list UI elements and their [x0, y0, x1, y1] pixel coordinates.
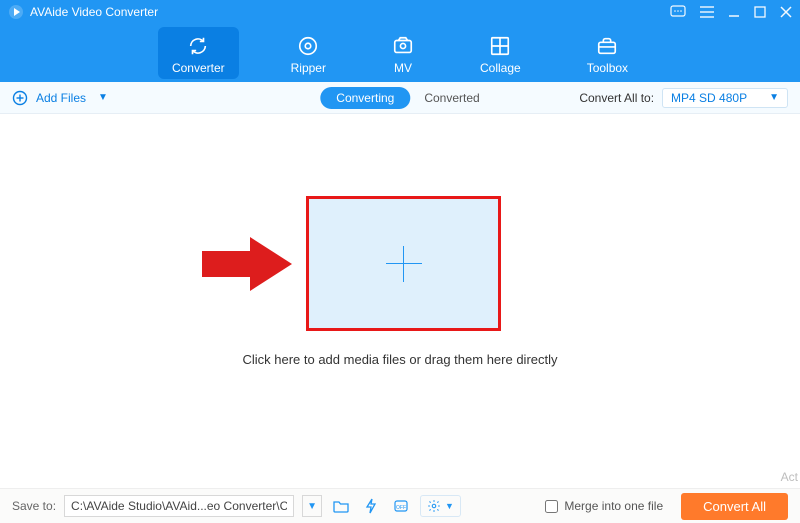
mv-icon	[392, 35, 414, 57]
conversion-tabs: Converting Converted	[320, 87, 479, 109]
save-path-dropdown[interactable]: ▼	[302, 495, 322, 517]
menu-icon[interactable]	[700, 6, 714, 18]
maximize-icon[interactable]	[754, 6, 766, 18]
convert-all-to-label: Convert All to:	[579, 91, 654, 105]
high-speed-icon[interactable]: OFF	[390, 495, 412, 517]
add-files-label: Add Files	[36, 91, 86, 105]
footer-bar: Save to: ▼ OFF ▼ Merge into one file Con…	[0, 488, 800, 523]
nav-toolbox[interactable]: Toolbox	[573, 27, 642, 79]
merge-checkbox[interactable]: Merge into one file	[545, 499, 663, 513]
dropzone-hint: Click here to add media files or drag th…	[0, 352, 800, 367]
toolbox-icon	[596, 35, 618, 57]
app-header: AVAide Video Converter Converter Ripper …	[0, 0, 800, 82]
main-nav: Converter Ripper MV Collage Toolbox	[0, 24, 800, 82]
chevron-down-icon: ▼	[445, 501, 454, 511]
output-format-value: MP4 SD 480P	[671, 91, 747, 105]
convert-all-button[interactable]: Convert All	[681, 493, 788, 520]
add-media-dropzone[interactable]	[306, 196, 501, 331]
nav-label: Ripper	[291, 61, 326, 75]
open-folder-icon[interactable]	[330, 495, 352, 517]
nav-label: Converter	[172, 61, 225, 75]
title-bar: AVAide Video Converter	[0, 0, 800, 24]
nav-label: Toolbox	[587, 61, 628, 75]
chevron-down-icon: ▼	[98, 92, 108, 103]
app-logo-icon	[8, 4, 24, 20]
minimize-icon[interactable]	[728, 6, 740, 18]
save-to-label: Save to:	[12, 499, 56, 513]
add-files-button[interactable]: Add Files ▼	[12, 90, 108, 106]
annotation-arrow-icon	[202, 237, 292, 291]
ripper-icon	[297, 35, 319, 57]
svg-text:OFF: OFF	[396, 505, 406, 511]
os-activation-watermark: Act	[781, 470, 798, 484]
output-format-area: Convert All to: MP4 SD 480P ▼	[579, 88, 788, 108]
tab-converted[interactable]: Converted	[424, 91, 479, 105]
converter-icon	[187, 35, 209, 57]
tab-converting[interactable]: Converting	[320, 87, 410, 109]
hardware-accel-icon[interactable]	[360, 495, 382, 517]
nav-converter[interactable]: Converter	[158, 27, 239, 79]
window-controls	[670, 5, 792, 19]
save-path-input[interactable]	[64, 495, 294, 517]
output-format-select[interactable]: MP4 SD 480P ▼	[662, 88, 788, 108]
nav-label: Collage	[480, 61, 521, 75]
collage-icon	[489, 35, 511, 57]
plus-icon	[386, 246, 422, 282]
chevron-down-icon: ▼	[769, 92, 779, 103]
merge-label: Merge into one file	[564, 499, 663, 513]
app-title: AVAide Video Converter	[30, 5, 158, 19]
close-icon[interactable]	[780, 6, 792, 18]
nav-mv[interactable]: MV	[378, 27, 428, 79]
nav-label: MV	[394, 61, 412, 75]
settings-dropdown[interactable]: ▼	[420, 495, 461, 517]
feedback-icon[interactable]	[670, 5, 686, 19]
merge-checkbox-input[interactable]	[545, 500, 558, 513]
nav-ripper[interactable]: Ripper	[277, 27, 340, 79]
action-bar: Add Files ▼ Converting Converted Convert…	[0, 82, 800, 114]
nav-collage[interactable]: Collage	[466, 27, 535, 79]
main-area: Click here to add media files or drag th…	[0, 114, 800, 488]
plus-circle-icon	[12, 90, 28, 106]
